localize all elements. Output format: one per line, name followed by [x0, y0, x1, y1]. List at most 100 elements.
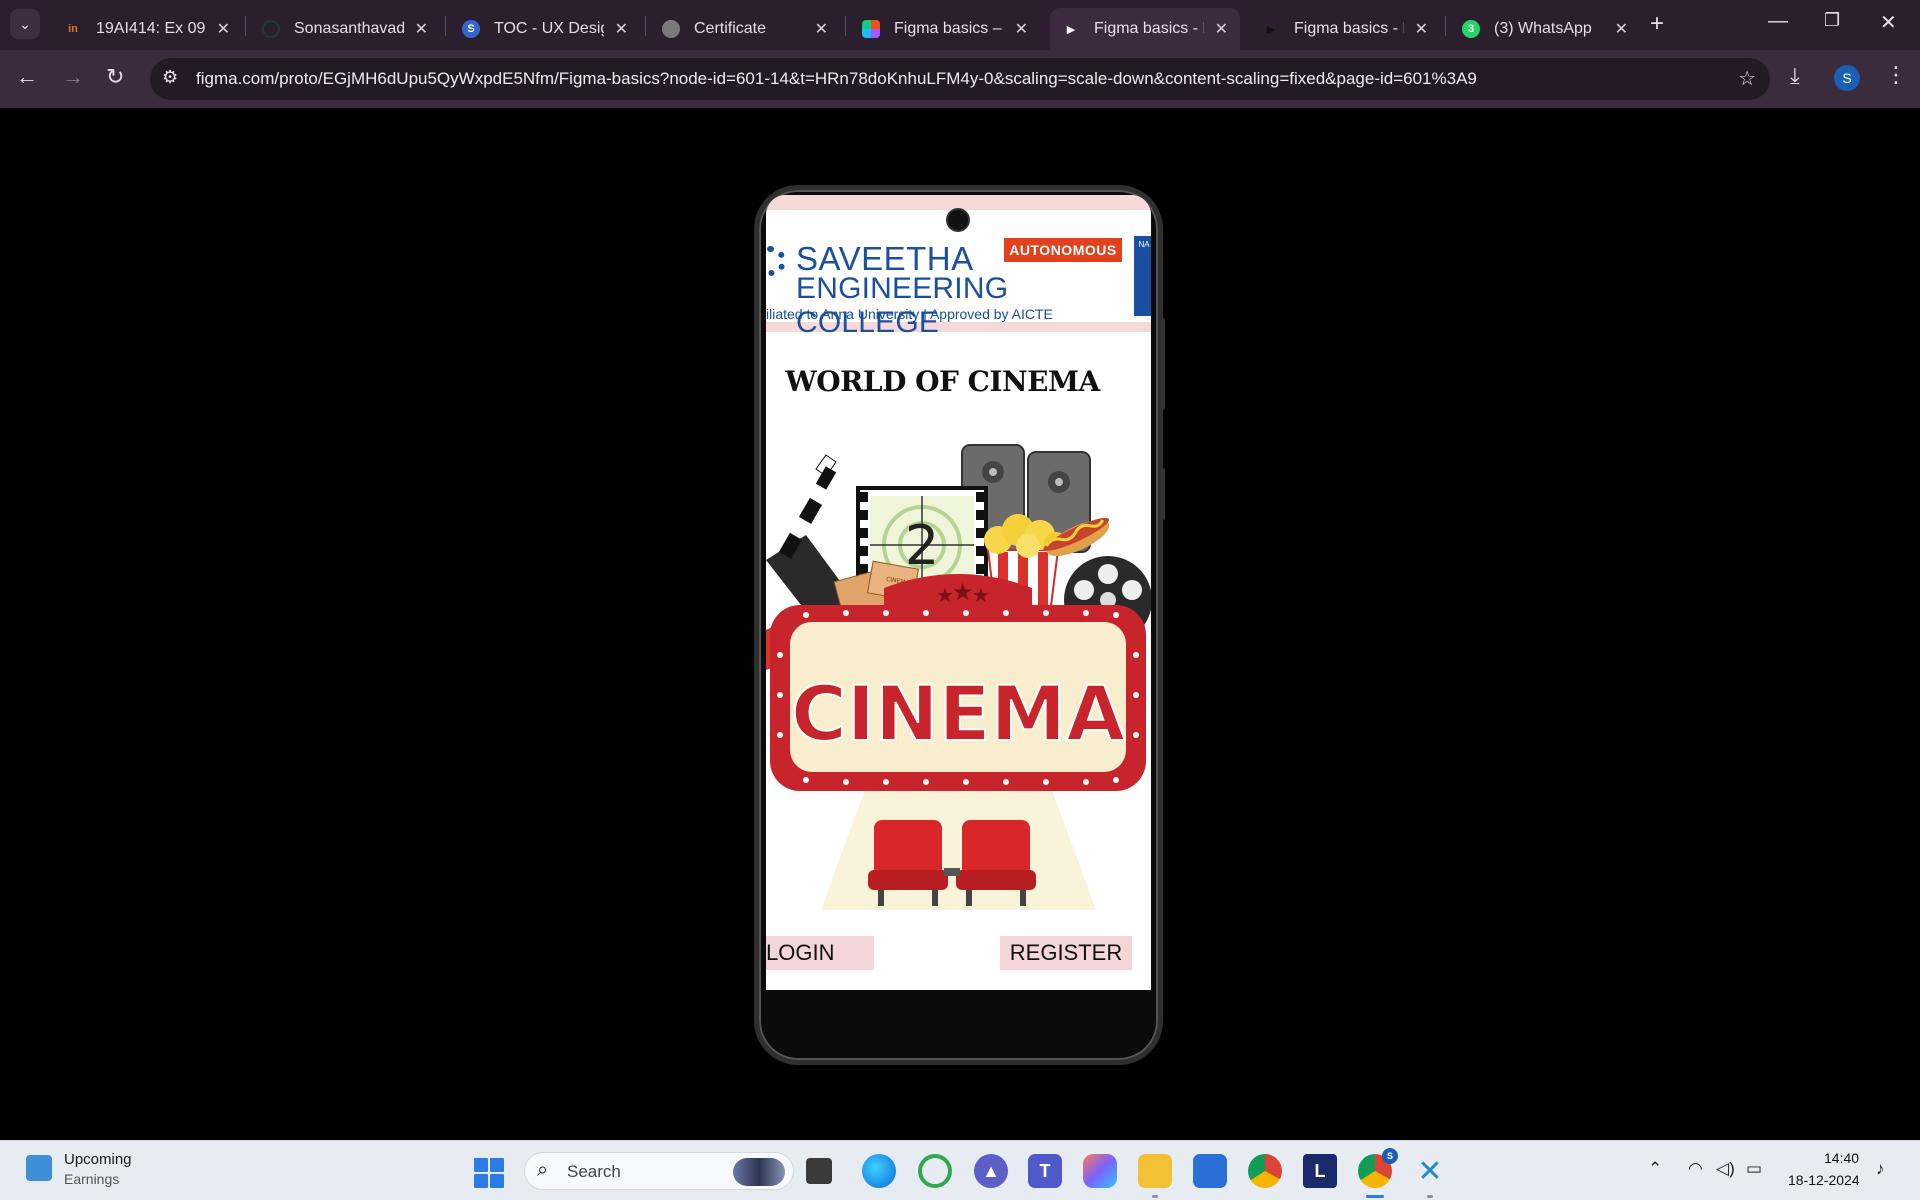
restore-icon: ❐: [1824, 10, 1841, 30]
college-emblem-icon: [766, 246, 786, 276]
page-title: WORLD OF CINEMA: [785, 365, 1100, 398]
reload-icon: ↻: [106, 64, 125, 89]
tab-github[interactable]: Sonasanthavadh ✕: [250, 8, 440, 50]
tab-divider: [645, 16, 646, 36]
back-button[interactable]: ←: [16, 64, 38, 90]
l-app-icon[interactable]: L: [1303, 1154, 1337, 1188]
arrow-right-icon: →: [62, 64, 84, 89]
minimize-icon: —: [1768, 10, 1788, 32]
tab-title: Figma basics - Pr: [1294, 20, 1404, 37]
search-highlight-icon: [733, 1158, 785, 1186]
close-icon: ✕: [1880, 12, 1897, 34]
play-icon: ▶: [1066, 23, 1076, 36]
forward-button[interactable]: →: [62, 64, 84, 90]
reload-button[interactable]: ↻: [106, 64, 124, 90]
clock-date[interactable]: 18-12-2024: [1788, 1172, 1860, 1188]
tab-figma-proto[interactable]: ▶ Figma basics - Pr ✕: [1250, 8, 1440, 50]
widget-subtitle: Earnings: [64, 1171, 120, 1187]
new-tab-button[interactable]: +: [1650, 10, 1664, 38]
chevron-down-icon: ⌄: [19, 15, 31, 32]
download-icon: ⤓: [1790, 63, 1800, 88]
file-explorer-icon[interactable]: [1138, 1154, 1172, 1188]
cinema-illustration: 2 CINEMA TICKET: [766, 444, 1151, 910]
running-indicator: [1152, 1195, 1158, 1198]
close-icon[interactable]: ✕: [217, 19, 230, 39]
plus-icon: +: [1650, 10, 1665, 37]
minimize-button[interactable]: —: [1768, 10, 1788, 33]
phone-volume-button: [1161, 318, 1165, 410]
tab-whatsapp[interactable]: 3 (3) WhatsApp ✕: [1450, 8, 1640, 50]
register-button[interactable]: REGISTER: [1000, 936, 1132, 970]
chrome-icon[interactable]: [1248, 1154, 1282, 1188]
prototype-screen: SAVEETHA ENGINEERING COLLEGE iliated to …: [766, 195, 1151, 990]
tab-bar: ⌄ in 19AI414: Ex 09 - ✕ Sonasanthavadh ✕…: [0, 0, 1920, 50]
browser-toolbar: ← → ↻ ⚙ figma.com/proto/EGjMH6dUpu5QyWxp…: [0, 50, 1920, 108]
close-icon[interactable]: ✕: [1415, 19, 1428, 39]
tab-certificate[interactable]: Certificate ✕: [650, 8, 840, 50]
search-placeholder: Search: [567, 1162, 621, 1181]
college-affiliation: iliated to Anna University | Approved by…: [766, 306, 1053, 322]
volume-icon[interactable]: ◁): [1716, 1159, 1735, 1179]
tab-divider: [1445, 16, 1446, 36]
active-app-indicator: [1366, 1195, 1384, 1198]
tab-figma-file[interactable]: Figma basics – Fi ✕: [850, 8, 1040, 50]
tab-toc[interactable]: S TOC - UX Design ✕: [450, 8, 640, 50]
naac-logo: NA: [1134, 236, 1151, 316]
tab-search-button[interactable]: ⌄: [10, 9, 40, 39]
close-icon[interactable]: ✕: [815, 19, 828, 39]
menu-button[interactable]: ⋮: [1885, 62, 1907, 88]
vscode-icon[interactable]: ✕: [1413, 1154, 1447, 1188]
profile-badge: S: [1382, 1148, 1398, 1164]
copilot-icon[interactable]: [1083, 1154, 1117, 1188]
tab-title: Figma basics – Fi: [894, 20, 1004, 37]
play-icon: ▶: [1266, 23, 1276, 36]
tab-title: Certificate: [694, 20, 767, 37]
figma-icon: [862, 20, 880, 38]
notification-bell-icon[interactable]: ♪: [1876, 1159, 1885, 1179]
wifi-icon[interactable]: ◠: [1688, 1159, 1703, 1179]
globe-icon: [662, 20, 680, 38]
tab-ex09[interactable]: in 19AI414: Ex 09 - ✕: [52, 8, 242, 50]
github-icon: [262, 20, 280, 38]
chrome-profile-icon[interactable]: S: [1358, 1148, 1398, 1188]
arrow-left-icon: ←: [16, 64, 38, 89]
bookmark-star-icon[interactable]: ☆: [1738, 66, 1756, 91]
autonomous-badge: AUTONOMOUS: [1004, 238, 1122, 262]
taskbar-search[interactable]: ⌕ Search: [524, 1152, 794, 1190]
kebab-menu-icon: ⋮: [1885, 62, 1907, 87]
stock-chart-icon: [26, 1155, 52, 1181]
task-view-icon[interactable]: [806, 1158, 832, 1184]
teams-icon[interactable]: T: [1028, 1154, 1062, 1188]
profile-avatar[interactable]: S: [1834, 65, 1860, 91]
site-settings-icon[interactable]: ⚙: [162, 67, 178, 88]
widget-title: Upcoming: [64, 1151, 132, 1168]
microsoft-store-icon[interactable]: [1193, 1154, 1227, 1188]
download-button[interactable]: ⤓: [1790, 63, 1800, 89]
marquee-text: CINEMA: [791, 669, 1125, 758]
tab-divider: [845, 16, 846, 36]
cinema-marquee-sign: ★ ★ ★ CINEMA: [770, 574, 1146, 791]
close-window-button[interactable]: ✕: [1880, 10, 1897, 35]
start-button[interactable]: [474, 1158, 504, 1188]
clock-time[interactable]: 14:40: [1824, 1150, 1859, 1166]
tab-title: TOC - UX Design: [494, 20, 604, 37]
chevron-up-icon: ⌃: [1648, 1159, 1663, 1178]
edge-icon[interactable]: [862, 1154, 896, 1188]
url-text[interactable]: figma.com/proto/EGjMH6dUpu5QyWxpdE5Nfm/F…: [196, 69, 1477, 89]
login-button[interactable]: LOGIN: [766, 936, 874, 970]
restore-button[interactable]: ❐: [1824, 10, 1840, 31]
show-hidden-icons-button[interactable]: ⌃: [1648, 1159, 1662, 1179]
close-icon[interactable]: ✕: [1015, 19, 1028, 39]
tab-divider: [445, 16, 446, 36]
address-bar[interactable]: ⚙ figma.com/proto/EGjMH6dUpu5QyWxpdE5Nfm…: [150, 58, 1770, 100]
close-icon[interactable]: ✕: [615, 19, 628, 39]
phone-power-button: [1161, 468, 1165, 520]
sync-app-icon[interactable]: [918, 1154, 952, 1188]
tab-figma-proto-active[interactable]: ▶ Figma basics - Pr ✕: [1050, 8, 1240, 50]
battery-icon[interactable]: ▭: [1746, 1159, 1762, 1179]
phone-camera: [946, 208, 970, 232]
close-icon[interactable]: ✕: [415, 19, 428, 39]
close-icon[interactable]: ✕: [1615, 19, 1628, 39]
close-icon[interactable]: ✕: [1215, 19, 1228, 39]
ai-app-icon[interactable]: ▲: [974, 1154, 1008, 1188]
